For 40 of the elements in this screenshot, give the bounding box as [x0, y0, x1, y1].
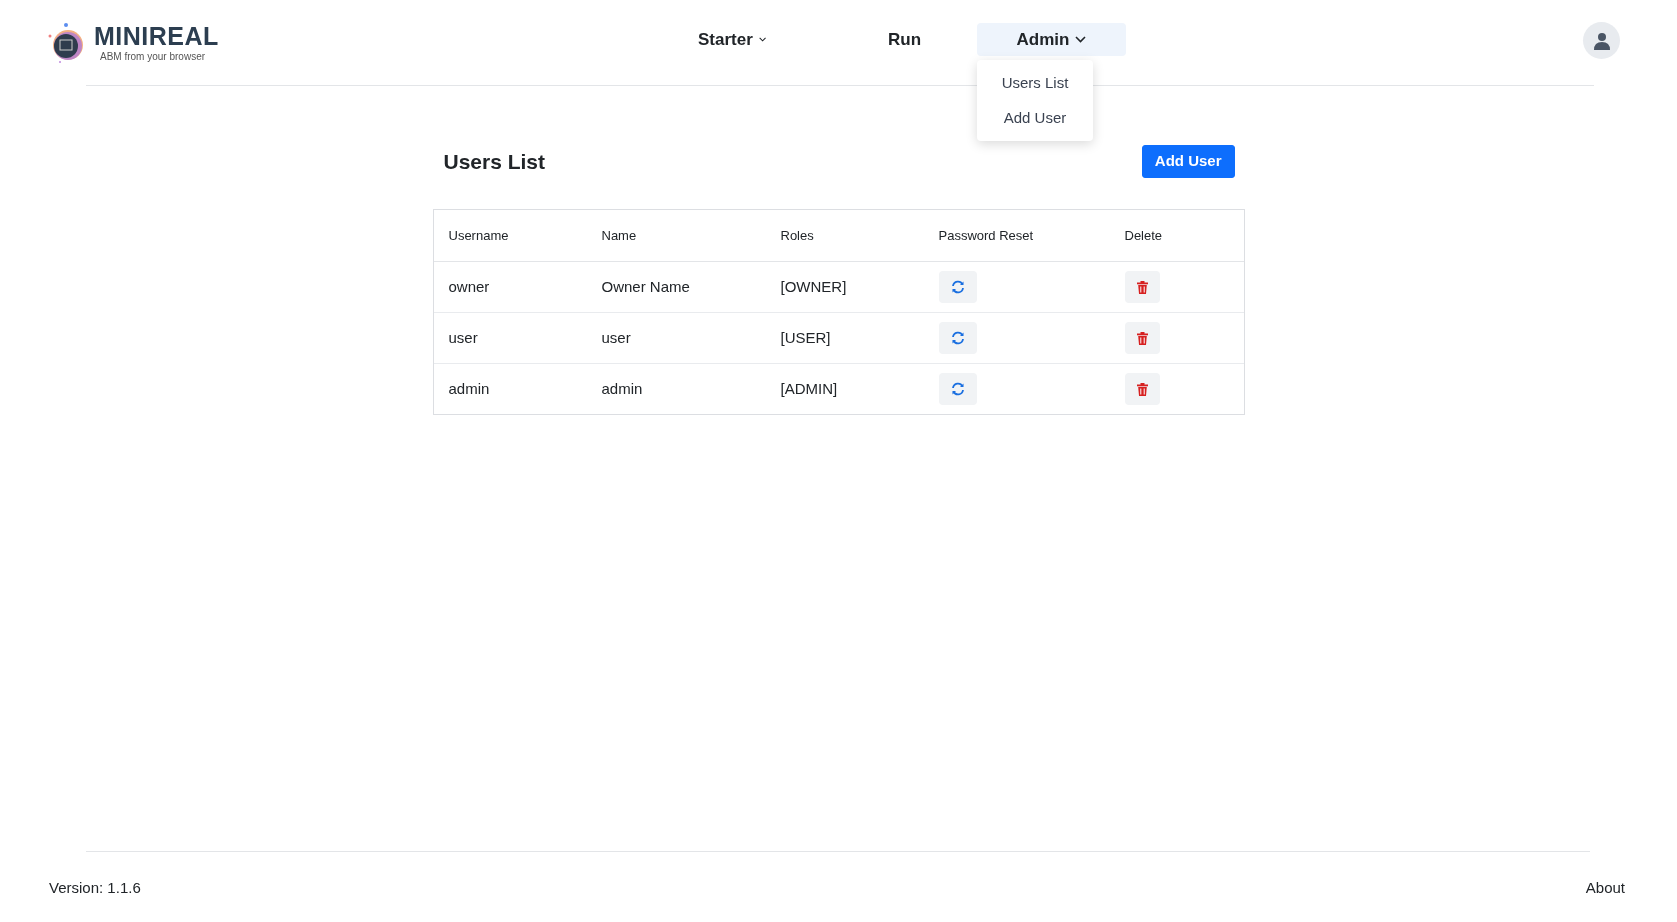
table-cell: [USER]	[765, 312, 924, 364]
table-cell: Owner Name	[586, 261, 766, 313]
nav-item[interactable]: Run	[874, 23, 935, 56]
table-cell: owner	[433, 261, 587, 313]
dropdown-item[interactable]: Users List	[977, 66, 1093, 101]
trash-icon	[1136, 280, 1148, 294]
version-text: Version: 1.1.6	[49, 878, 141, 898]
brand-name: MINIREAL	[94, 24, 219, 49]
table-cell: [OWNER]	[765, 261, 924, 313]
column-header: Name	[586, 209, 766, 262]
user-avatar-button[interactable]	[1583, 22, 1620, 59]
nav-item[interactable]: Starter	[692, 23, 772, 56]
trash-icon	[1136, 382, 1148, 396]
about-link[interactable]: About	[1585, 877, 1625, 900]
add-user-button[interactable]: Add User	[1141, 145, 1235, 178]
table-cell: [ADMIN]	[765, 363, 924, 414]
dropdown-item[interactable]: Add User	[977, 100, 1093, 135]
trash-icon	[1136, 331, 1148, 345]
refresh-icon	[950, 280, 965, 294]
delete-button[interactable]	[1124, 271, 1160, 303]
column-header: Username	[433, 209, 587, 262]
table-cell: admin	[586, 363, 766, 414]
password-reset-button[interactable]	[938, 322, 977, 354]
person-icon	[1592, 31, 1611, 50]
delete-button[interactable]	[1124, 322, 1160, 354]
nav-item[interactable]: Admin	[977, 23, 1126, 56]
password-reset-button[interactable]	[938, 373, 977, 405]
delete-button[interactable]	[1124, 373, 1160, 405]
table-cell: user	[433, 312, 587, 364]
table-cell: user	[586, 312, 766, 364]
column-header: Password Reset	[923, 209, 1110, 262]
password-reset-button[interactable]	[938, 271, 977, 303]
logo-icon	[48, 22, 86, 64]
page-title: Users List	[443, 148, 546, 174]
refresh-icon	[950, 331, 965, 345]
column-header: Roles	[765, 209, 924, 262]
column-header: Delete	[1109, 209, 1244, 262]
table-cell: admin	[433, 363, 587, 414]
brand-tagline: ABM from your browser	[100, 52, 207, 62]
refresh-icon	[950, 382, 965, 396]
